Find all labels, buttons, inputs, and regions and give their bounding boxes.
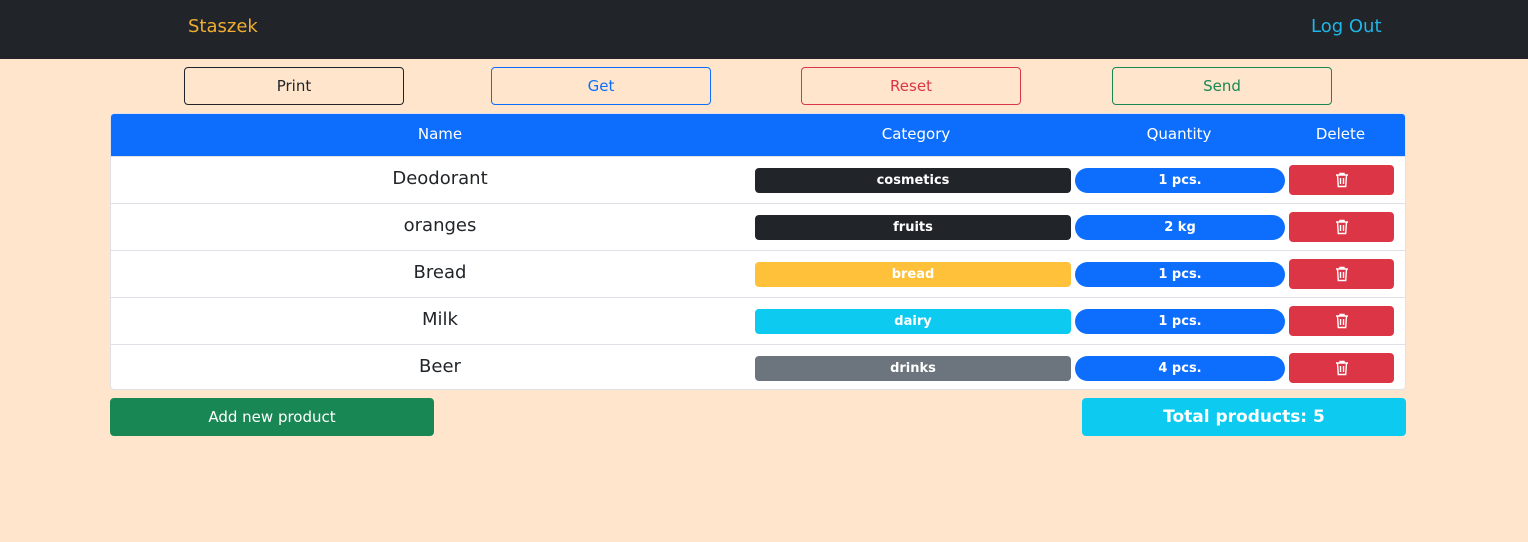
navbar: Staszek Log Out [0,0,1528,59]
logout-link[interactable]: Log Out [1311,16,1382,37]
product-name: Milk [422,309,458,330]
trash-icon [1335,172,1348,188]
table-row: oranges fruits 2 kg [111,203,1405,250]
product-name: Beer [419,356,461,377]
trash-icon [1335,313,1348,329]
product-name: oranges [403,215,477,236]
quantity-badge: 1 pcs. [1075,262,1285,287]
quantity-badge: 1 pcs. [1075,168,1285,193]
quantity-badge: 1 pcs. [1075,309,1285,334]
category-badge: dairy [755,309,1071,334]
category-badge: fruits [755,215,1071,240]
quantity-badge: 2 kg [1075,215,1285,240]
table-header: Name Category Quantity Delete [111,114,1405,156]
total-products-label: Total products: 5 [1082,398,1406,436]
delete-button[interactable] [1289,353,1394,383]
delete-button[interactable] [1289,212,1394,242]
brand-user-name[interactable]: Staszek [188,16,258,37]
column-header-name: Name [417,125,463,143]
delete-button[interactable] [1289,259,1394,289]
column-header-delete: Delete [1315,125,1366,143]
table-row: Bread bread 1 pcs. [111,250,1405,297]
category-badge: drinks [755,356,1071,381]
send-button[interactable]: Send [1112,67,1332,105]
table-row: Beer drinks 4 pcs. [111,344,1405,389]
column-header-category: Category [881,125,951,143]
category-badge: bread [755,262,1071,287]
table-row: Deodorant cosmetics 1 pcs. [111,156,1405,203]
trash-icon [1335,360,1348,376]
products-table: Name Category Quantity Delete Deodorant … [110,113,1406,390]
delete-button[interactable] [1289,165,1394,195]
category-badge: cosmetics [755,168,1071,193]
product-name: Bread [413,262,467,283]
table-row: Milk dairy 1 pcs. [111,297,1405,344]
column-header-quantity: Quantity [1146,125,1212,143]
print-button[interactable]: Print [184,67,404,105]
quantity-badge: 4 pcs. [1075,356,1285,381]
delete-button[interactable] [1289,306,1394,336]
trash-icon [1335,266,1348,282]
reset-button[interactable]: Reset [801,67,1021,105]
get-button[interactable]: Get [491,67,711,105]
product-name: Deodorant [392,168,488,189]
trash-icon [1335,219,1348,235]
add-new-product-button[interactable]: Add new product [110,398,434,436]
